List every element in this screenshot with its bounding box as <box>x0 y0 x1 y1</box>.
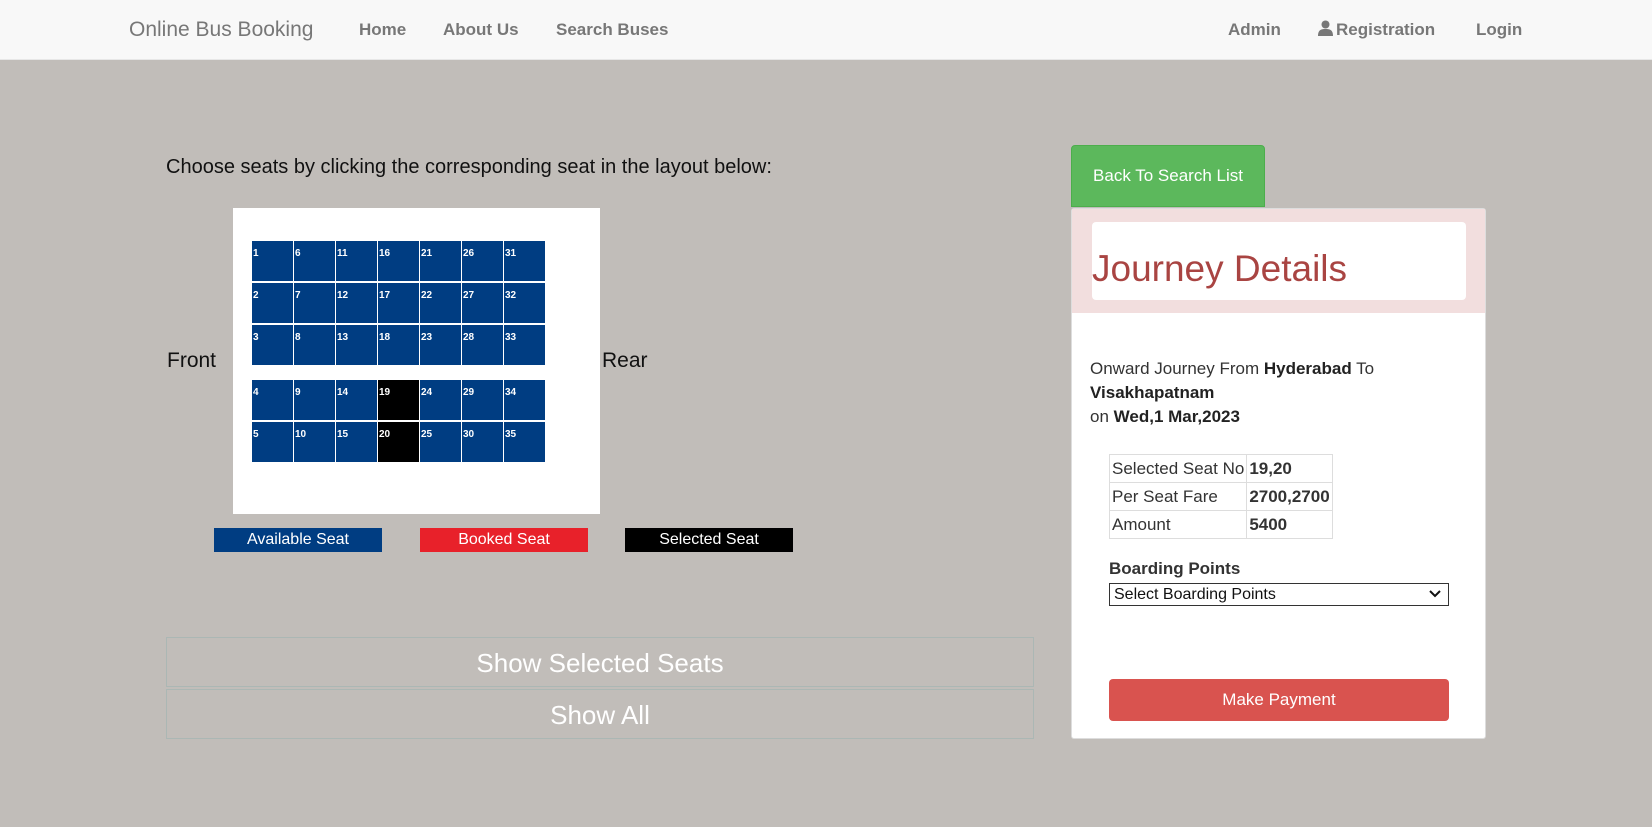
seat-1[interactable]: 1 <box>252 241 293 281</box>
show-selected-seats-button[interactable]: Show Selected Seats <box>166 637 1034 687</box>
boarding-points-value: Select Boarding Points <box>1114 586 1276 603</box>
seat-16[interactable]: 16 <box>378 241 419 281</box>
seat-22[interactable]: 22 <box>420 283 461 323</box>
journey-title: Journey Details <box>1092 248 1348 289</box>
seat-17[interactable]: 17 <box>378 283 419 323</box>
seat-layout: 1 2 3 4 5 6 7 8 9 10 11 12 13 14 15 16 17 18 19 20 21 22 23 24 2… <box>233 208 600 514</box>
nav-search-buses[interactable]: Search Buses <box>556 20 668 40</box>
fare-value: 19,20 <box>1246 454 1333 483</box>
nav-registration[interactable]: Registration <box>1318 20 1435 40</box>
legend-available: Available Seat <box>214 528 382 552</box>
seat-21[interactable]: 21 <box>420 241 461 281</box>
seat-3[interactable]: 3 <box>252 325 293 365</box>
navbar: Online Bus Booking Home About Us Search … <box>0 0 1652 60</box>
table-row: Selected Seat No 19,20 <box>1108 454 1333 483</box>
fare-value: 5400 <box>1246 510 1333 539</box>
seat-10[interactable]: 10 <box>294 422 335 462</box>
seat-34[interactable]: 34 <box>504 380 545 420</box>
chevron-down-icon <box>1429 590 1441 598</box>
journey-summary: Onward Journey From Hyderabad To Visakha… <box>1090 357 1470 429</box>
seat-33[interactable]: 33 <box>504 325 545 365</box>
seat-15[interactable]: 15 <box>336 422 377 462</box>
front-label: Front <box>167 349 217 372</box>
brand-link[interactable]: Online Bus Booking <box>129 18 313 42</box>
boarding-points-label: Boarding Points <box>1109 559 1241 578</box>
journey-date: Wed,1 Mar,2023 <box>1113 407 1240 426</box>
boarding-points-select[interactable]: Select Boarding Points <box>1109 583 1449 606</box>
seat-5[interactable]: 5 <box>252 422 293 462</box>
make-payment-button[interactable]: Make Payment <box>1109 679 1449 721</box>
from-prefix: Onward Journey From <box>1090 359 1260 378</box>
seat-9[interactable]: 9 <box>294 380 335 420</box>
on-word: on <box>1090 407 1109 426</box>
nav-login[interactable]: Login <box>1476 20 1522 40</box>
seat-25[interactable]: 25 <box>420 422 461 462</box>
seat-2[interactable]: 2 <box>252 283 293 323</box>
legend-selected: Selected Seat <box>625 528 793 552</box>
back-to-search-button[interactable]: Back To Search List <box>1071 145 1265 207</box>
seat-4[interactable]: 4 <box>252 380 293 420</box>
seat-26[interactable]: 26 <box>462 241 503 281</box>
seat-6[interactable]: 6 <box>294 241 335 281</box>
fare-label: Amount <box>1108 510 1248 539</box>
to-city: Visakhapatnam <box>1090 383 1215 402</box>
seat-7[interactable]: 7 <box>294 283 335 323</box>
nav-about-us[interactable]: About Us <box>443 20 519 40</box>
journey-title-box: Journey Details <box>1092 222 1466 300</box>
user-icon <box>1318 20 1333 36</box>
seat-20[interactable]: 20 <box>378 422 419 462</box>
seat-13[interactable]: 13 <box>336 325 377 365</box>
seat-18[interactable]: 18 <box>378 325 419 365</box>
rear-label: Rear <box>602 349 648 372</box>
seat-24[interactable]: 24 <box>420 380 461 420</box>
from-city: Hyderabad <box>1263 359 1352 378</box>
to-word: To <box>1356 359 1375 378</box>
seat-30[interactable]: 30 <box>462 422 503 462</box>
seat-8[interactable]: 8 <box>294 325 335 365</box>
seat-23[interactable]: 23 <box>420 325 461 365</box>
journey-panel: Journey Details Onward Journey From Hyde… <box>1071 208 1486 739</box>
seat-29[interactable]: 29 <box>462 380 503 420</box>
seat-19[interactable]: 19 <box>378 380 419 420</box>
table-row: Amount 5400 <box>1108 510 1333 539</box>
seat-35[interactable]: 35 <box>504 422 545 462</box>
nav-home[interactable]: Home <box>359 20 406 40</box>
seat-12[interactable]: 12 <box>336 283 377 323</box>
seat-28[interactable]: 28 <box>462 325 503 365</box>
seat-27[interactable]: 27 <box>462 283 503 323</box>
nav-admin[interactable]: Admin <box>1228 20 1281 40</box>
seat-14[interactable]: 14 <box>336 380 377 420</box>
fare-table: Selected Seat No 19,20 Per Seat Fare 270… <box>1108 454 1333 539</box>
journey-panel-heading: Journey Details <box>1072 209 1485 313</box>
fare-label: Per Seat Fare <box>1108 482 1248 511</box>
table-row: Per Seat Fare 2700,2700 <box>1108 482 1333 511</box>
legend-booked: Booked Seat <box>420 528 588 552</box>
show-all-button[interactable]: Show All <box>166 689 1034 739</box>
seat-instruction: Choose seats by clicking the correspondi… <box>166 156 772 178</box>
seat-32[interactable]: 32 <box>504 283 545 323</box>
fare-label: Selected Seat No <box>1108 454 1248 483</box>
fare-value: 2700,2700 <box>1246 482 1333 511</box>
nav-registration-label: Registration <box>1336 20 1436 39</box>
seat-31[interactable]: 31 <box>504 241 545 281</box>
seat-11[interactable]: 11 <box>336 241 377 281</box>
